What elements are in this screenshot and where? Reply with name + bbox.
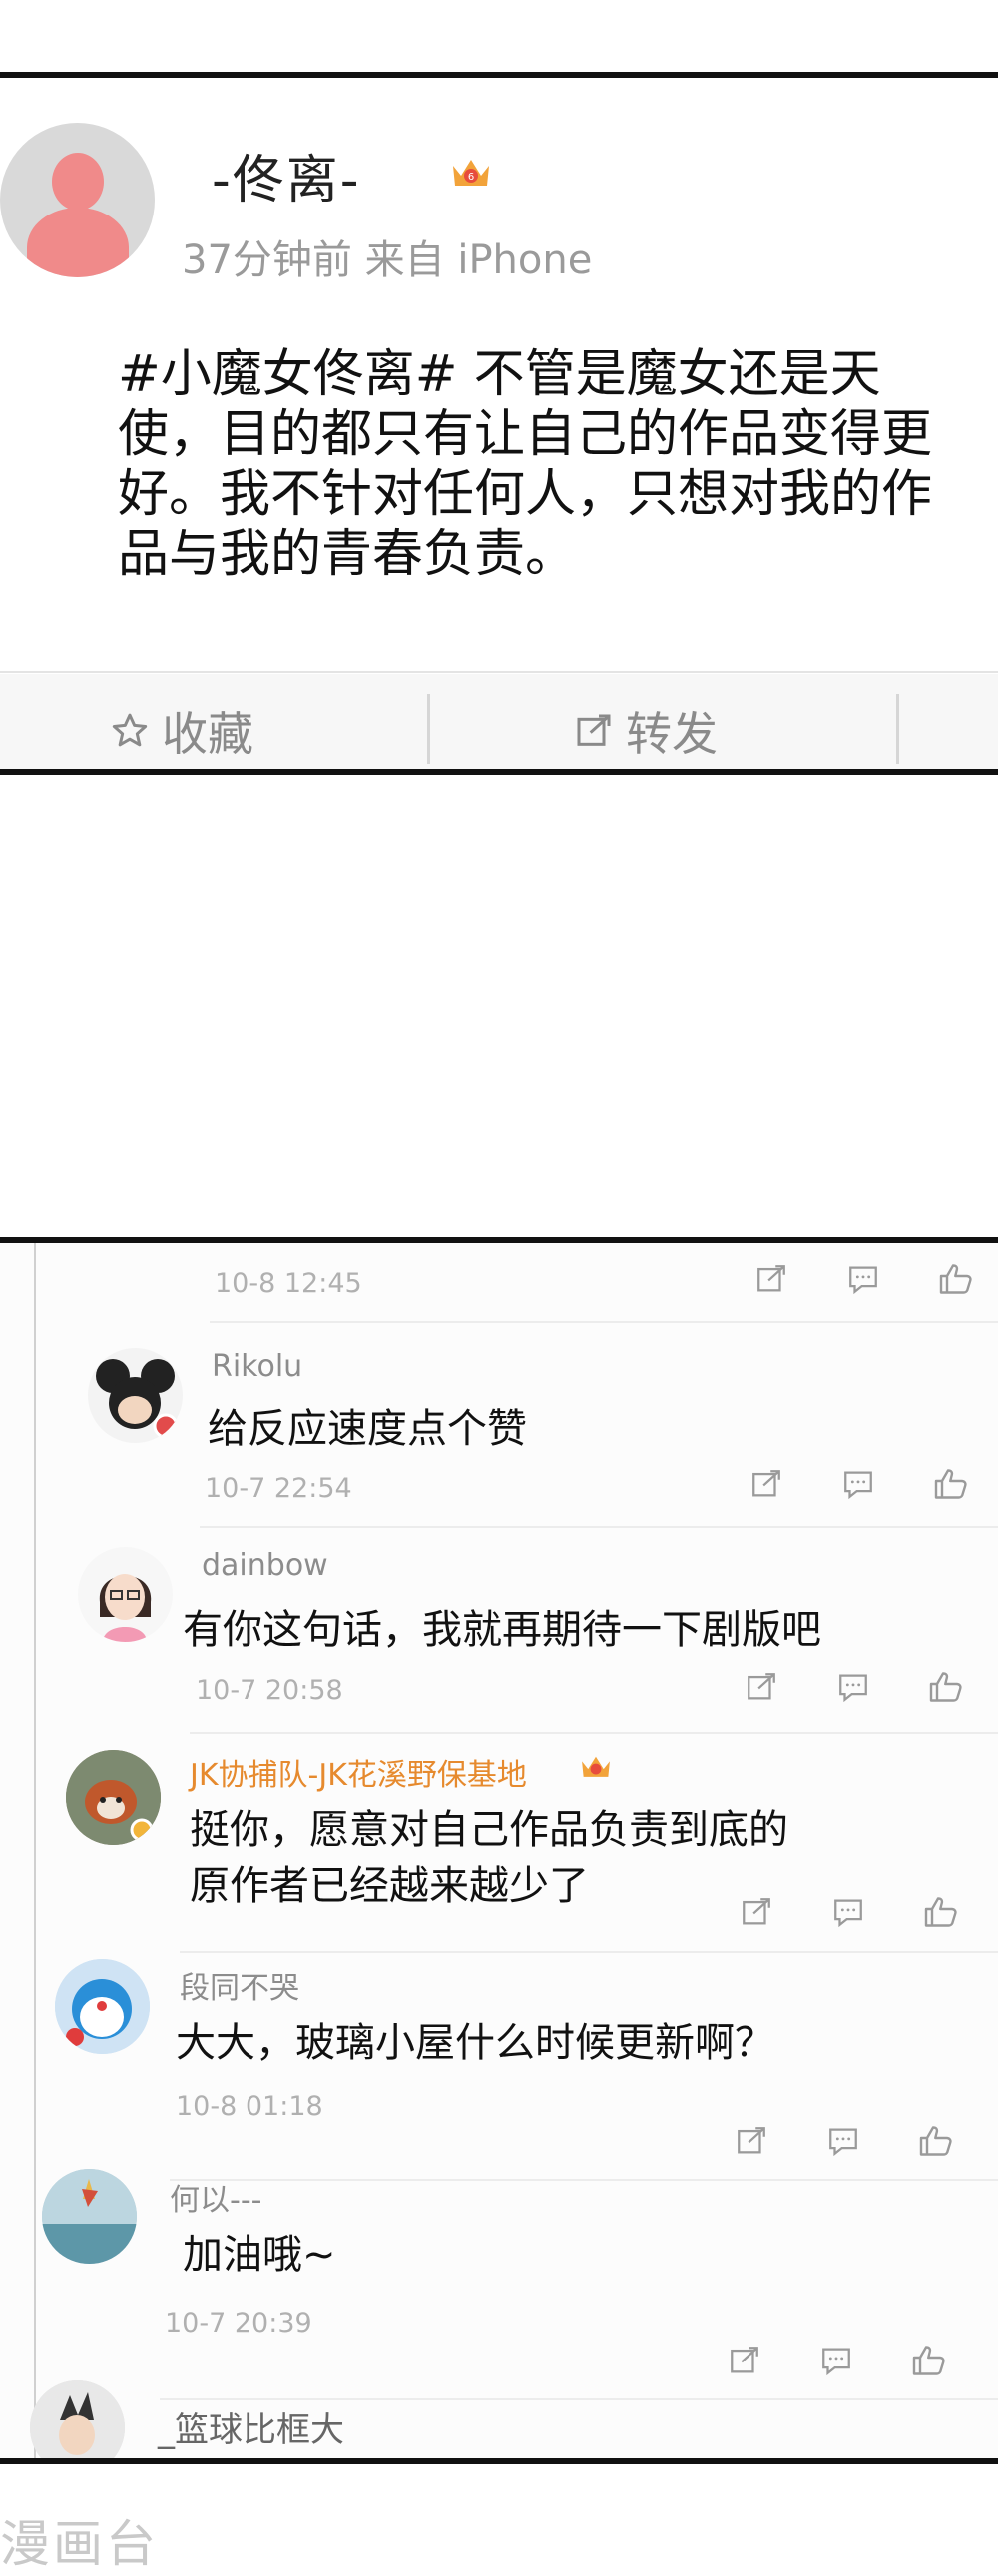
post-text: #小魔女佟离# 不管是魔女还是天使，目的都只有让自己的作品变得更好。我不针对任何…: [118, 345, 933, 584]
comment-text: 有你这句话，我就再期待一下剧版吧: [183, 1607, 821, 1653]
character-avatar-icon: [30, 2380, 125, 2458]
avatar[interactable]: [42, 2169, 137, 2264]
row-divider: [210, 1321, 998, 1323]
comment-username[interactable]: 何以---: [170, 2175, 261, 2219]
row-divider: [160, 2398, 998, 2400]
like-icon[interactable]: [922, 1894, 960, 1930]
comment-text-line2: 原作者已经越来越少了: [190, 1863, 589, 1909]
share-icon[interactable]: [748, 1467, 784, 1501]
post-username[interactable]: -佟离-: [212, 138, 361, 213]
comment-icon[interactable]: [845, 1262, 881, 1296]
forward-icon: [577, 714, 611, 746]
forward-label: 转发: [626, 707, 718, 761]
comment-icon[interactable]: [840, 1467, 876, 1501]
comment-icon[interactable]: [825, 2124, 861, 2158]
action-separator: [427, 694, 430, 764]
avatar[interactable]: [0, 123, 155, 277]
favorite-label: 收藏: [162, 707, 253, 761]
avatar-head-shape: [52, 153, 104, 211]
comment-actions: [734, 2123, 955, 2159]
watermark: 漫画台: [0, 2515, 159, 2573]
comment-time: 10-8 01:18: [176, 2091, 323, 2122]
comment-icon[interactable]: [835, 1670, 871, 1704]
comment-actions: [727, 2343, 948, 2378]
comment-icon[interactable]: [830, 1895, 866, 1929]
share-icon[interactable]: [753, 1262, 789, 1296]
comment-text: 加油哦~: [183, 2232, 336, 2278]
comment-username[interactable]: _篮球比框大: [158, 2402, 344, 2451]
forward-button[interactable]: 转发: [574, 698, 718, 764]
vip-crown-icon: 6: [453, 160, 489, 186]
avatar-body-shape: [27, 208, 129, 277]
avatar[interactable]: [88, 1348, 183, 1443]
comment-icon[interactable]: [818, 2344, 854, 2377]
comment-username[interactable]: JK协捕队-JK花溪野保基地: [190, 1750, 527, 1794]
like-icon[interactable]: [910, 2343, 948, 2378]
svg-text:6: 6: [468, 172, 474, 183]
post-meta: 37分钟前 来自 iPhone: [182, 237, 593, 283]
avatar[interactable]: [55, 1959, 150, 2054]
comment-text: 给反应速度点个赞: [208, 1406, 527, 1452]
like-icon[interactable]: [932, 1466, 970, 1502]
beach-avatar-icon: [42, 2169, 137, 2264]
panel-left-rule: [34, 1243, 36, 2458]
share-icon[interactable]: [744, 1670, 779, 1704]
comment-time: 10-7 22:54: [205, 1473, 352, 1503]
red-panda-avatar-icon: [66, 1750, 161, 1845]
comment-username[interactable]: dainbow: [202, 1548, 328, 1583]
row-divider: [190, 1732, 998, 1734]
star-icon: [112, 713, 148, 747]
girl-avatar-icon: [99, 1574, 152, 1642]
share-icon[interactable]: [739, 1895, 774, 1929]
avatar[interactable]: [66, 1750, 161, 1845]
like-icon[interactable]: [917, 2123, 955, 2159]
comment-actions: [739, 1894, 960, 1930]
comment-actions: [744, 1669, 965, 1705]
post-divider: [0, 671, 998, 673]
like-icon[interactable]: [927, 1669, 965, 1705]
action-separator: [896, 694, 899, 764]
comment-actions: [753, 1261, 975, 1297]
comment-actions: [748, 1466, 970, 1502]
avatar[interactable]: [78, 1547, 173, 1642]
like-icon[interactable]: [937, 1261, 975, 1297]
row-divider: [170, 2179, 998, 2181]
share-icon[interactable]: [734, 2124, 769, 2158]
post-action-bar: 收藏 转发: [0, 674, 998, 769]
row-divider: [180, 1951, 998, 1953]
share-icon[interactable]: [727, 2344, 762, 2377]
vip-crown-icon: [582, 1756, 610, 1777]
comment-username[interactable]: Rikolu: [212, 1349, 302, 1384]
weibo-post-panel: -佟离- 6 37分钟前 来自 iPhone #小魔女佟离# 不管是魔女还是天使…: [0, 72, 998, 775]
comment-time: 10-7 20:39: [165, 2308, 312, 2339]
comment-username[interactable]: 段同不哭: [180, 1963, 299, 2007]
row-divider: [200, 1526, 998, 1528]
comment-text-line1: 挺你，愿意对自己作品负责到底的: [190, 1807, 788, 1853]
comment-time: 10-8 12:45: [215, 1268, 362, 1299]
doraemon-avatar-icon: [55, 1959, 150, 2054]
avatar[interactable]: [30, 2380, 125, 2458]
comments-panel: 10-8 12:45 Rikolu 给反应速度点个赞 10-7 22:54 da…: [0, 1237, 998, 2464]
mickey-avatar-icon: [96, 1359, 179, 1439]
comment-text: 大大，玻璃小屋什么时候更新啊？: [176, 2020, 774, 2066]
comment-time: 10-7 20:58: [196, 1675, 343, 1706]
favorite-button[interactable]: 收藏: [110, 698, 253, 764]
